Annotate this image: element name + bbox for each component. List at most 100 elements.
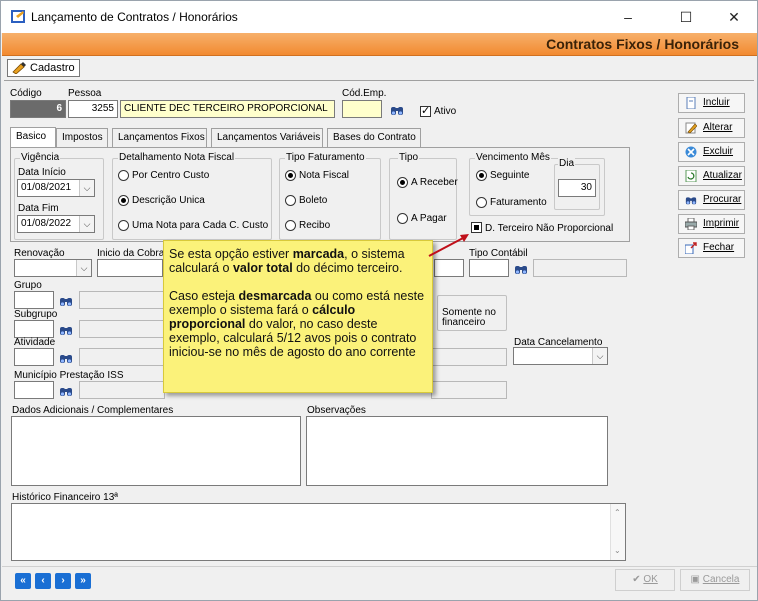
chevron-down-icon[interactable]: ⌵: [79, 180, 94, 196]
binoculars-icon[interactable]: [59, 385, 73, 397]
tab-bases-contrato[interactable]: Bases do Contrato: [327, 128, 421, 147]
pessoa-name-field[interactable]: CLIENTE DEC TERCEIRO PROPORCIONAL: [120, 100, 335, 118]
header-bar: Contratos Fixos / Honorários: [2, 33, 757, 56]
exit-icon: [685, 242, 697, 254]
binoculars-icon[interactable]: [390, 104, 404, 116]
minimize-button[interactable]: –: [613, 7, 643, 27]
radio-boleto[interactable]: [285, 195, 296, 206]
binoculars-icon[interactable]: [59, 324, 73, 336]
tipo-contabil-desc: [533, 259, 627, 277]
radio-nota-fiscal[interactable]: [285, 170, 296, 181]
procurar-button[interactable]: Procurar: [678, 190, 745, 210]
procurar-label: Procurar: [703, 194, 742, 205]
title-bar: Lançamento de Contratos / Honorários – ☐…: [1, 1, 757, 33]
fechar-button[interactable]: Fechar: [678, 238, 745, 258]
historico-textarea[interactable]: ⌃ ⌄: [11, 503, 626, 561]
vencimento-label: Vencimento Mês: [475, 152, 551, 163]
radio-faturamento[interactable]: [476, 197, 487, 208]
municipio-field[interactable]: [14, 381, 54, 399]
delete-icon: [685, 146, 697, 158]
scrollbar[interactable]: ⌃ ⌄: [610, 504, 625, 560]
previous-record-button[interactable]: ‹: [35, 573, 51, 589]
next-record-button[interactable]: ›: [55, 573, 71, 589]
document-icon: [686, 97, 696, 109]
atividade-desc: [79, 348, 165, 366]
radio-uma-nota[interactable]: [118, 220, 129, 231]
chevron-down-icon[interactable]: ⌵: [592, 348, 607, 364]
tipo-faturamento-label: Tipo Faturamento: [285, 152, 366, 163]
data-inicio-field[interactable]: 01/08/2021 ⌵: [17, 179, 95, 197]
observacoes-label: Observações: [307, 405, 366, 416]
data-cancelamento-field[interactable]: ⌵: [513, 347, 608, 365]
radio-recibo[interactable]: [285, 220, 296, 231]
radio-label: Recibo: [299, 220, 331, 231]
chevron-down-icon[interactable]: ⌵: [76, 260, 91, 276]
data-fim-field[interactable]: 01/08/2022 ⌵: [17, 215, 95, 233]
radio-a-receber[interactable]: [397, 177, 408, 188]
pessoa-code-field[interactable]: 3255: [68, 100, 118, 118]
atividade-label: Atividade: [14, 337, 56, 348]
renovacao-select[interactable]: ⌵: [14, 259, 92, 277]
tab-lancamentos-variaveis[interactable]: Lançamentos Variáveis: [211, 128, 323, 147]
inicio-cobranca-field[interactable]: [97, 259, 163, 277]
pessoa-label: Pessoa: [68, 88, 102, 99]
ativo-checkbox[interactable]: [420, 104, 431, 117]
cadastro-tab[interactable]: Cadastro: [7, 59, 80, 77]
scroll-down-icon[interactable]: ⌄: [614, 546, 621, 555]
scroll-up-icon[interactable]: ⌃: [614, 508, 621, 517]
chevron-down-icon[interactable]: ⌵: [79, 216, 94, 232]
binoculars-icon[interactable]: [59, 352, 73, 364]
window-title: Lançamento de Contratos / Honorários: [31, 10, 238, 24]
atualizar-button[interactable]: Atualizar: [678, 166, 745, 186]
radio-descricao-unica[interactable]: [118, 195, 129, 206]
alterar-button[interactable]: Alterar: [678, 118, 745, 138]
dia-field[interactable]: 30: [558, 179, 596, 197]
cancel-label: Cancela: [702, 574, 740, 585]
maximize-button[interactable]: ☐: [671, 7, 701, 27]
main-window: Lançamento de Contratos / Honorários – ☐…: [0, 0, 758, 601]
hidden-field[interactable]: [434, 259, 464, 277]
codigo-label: Código: [10, 88, 42, 99]
imprimir-button[interactable]: Imprimir: [678, 214, 745, 234]
cancel-button[interactable]: ▣ Cancela: [680, 569, 750, 591]
ok-label: OK: [643, 574, 658, 585]
radio-label: Boleto: [299, 195, 328, 206]
grupo-field[interactable]: [14, 291, 54, 309]
first-record-button[interactable]: «: [15, 573, 31, 589]
tipo-label: Tipo: [398, 152, 420, 163]
radio-por-centro-custo[interactable]: [118, 170, 129, 181]
ok-button[interactable]: ✔ OK: [615, 569, 675, 591]
tab-lancamentos-fixos[interactable]: Lançamentos Fixos: [112, 128, 207, 147]
close-button[interactable]: ✕: [719, 7, 749, 27]
tipo-contabil-field[interactable]: [469, 259, 509, 277]
alterar-label: Alterar: [703, 122, 733, 133]
atividade-field[interactable]: [14, 348, 54, 366]
cod-emp-field[interactable]: [342, 100, 382, 118]
radio-label: Uma Nota para Cada C. Custo: [132, 220, 269, 231]
tooltip-paragraph-1: Se esta opção estiver marcada, o sistema…: [169, 247, 405, 275]
data-fim-value: 01/08/2022: [21, 218, 72, 229]
radio-a-pagar[interactable]: [397, 213, 408, 224]
radio-label: Seguinte: [490, 170, 530, 181]
cadastro-tab-label: Cadastro: [30, 62, 75, 74]
tab-basico[interactable]: Basico: [10, 127, 56, 148]
dados-adicionais-label: Dados Adicionais / Complementares: [12, 405, 174, 416]
subgrupo-field[interactable]: [14, 320, 54, 338]
observacoes-textarea[interactable]: [306, 416, 608, 486]
dados-adicionais-textarea[interactable]: [11, 416, 301, 486]
binoculars-icon[interactable]: [59, 295, 73, 307]
codigo-field[interactable]: 6: [10, 100, 66, 118]
radio-label: Nota Fiscal: [299, 170, 350, 181]
last-record-button[interactable]: »: [75, 573, 91, 589]
radio-seguinte[interactable]: [476, 170, 487, 181]
tipo-group: [389, 158, 457, 240]
radio-label: Faturamento: [490, 197, 547, 208]
radio-label: Descrição Unica: [132, 195, 205, 206]
excluir-button[interactable]: Excluir: [678, 142, 745, 162]
pencil-book-icon: [12, 62, 26, 74]
municipio-desc: [79, 381, 165, 399]
incluir-button[interactable]: Incluir: [678, 93, 745, 113]
incluir-label: Incluir: [703, 97, 730, 108]
tab-impostos[interactable]: Impostos: [56, 128, 108, 147]
binoculars-icon[interactable]: [514, 263, 528, 275]
